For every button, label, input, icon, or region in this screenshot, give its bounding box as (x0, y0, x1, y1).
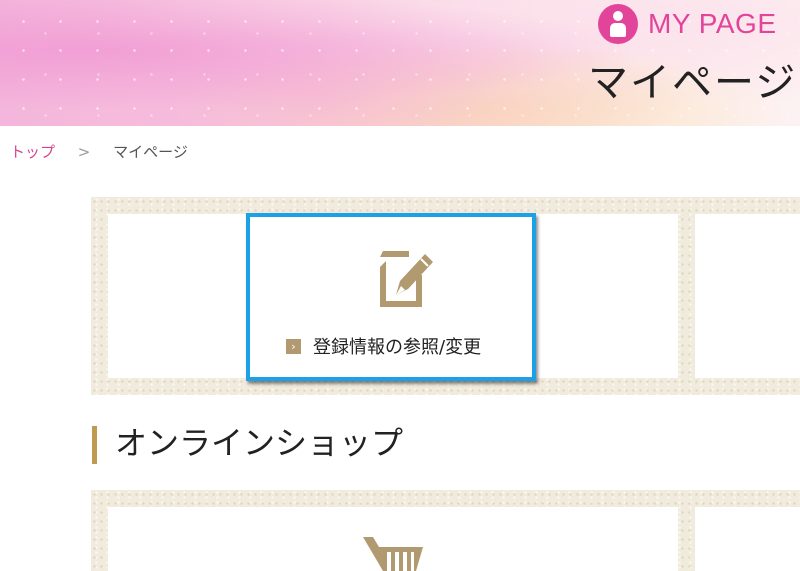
shop-card[interactable] (695, 507, 800, 571)
profile-settings-button[interactable]: › 登録情報の参照/変更 (246, 213, 536, 381)
mypage-title-en: MY PAGE (598, 4, 777, 44)
edit-document-icon (380, 251, 433, 307)
breadcrumb-separator: > (77, 143, 91, 161)
online-shop-panel (91, 490, 800, 571)
user-icon (598, 4, 638, 44)
shopping-cart-icon (363, 537, 423, 571)
breadcrumb-home-link[interactable]: トップ (10, 143, 55, 161)
menu-card[interactable] (695, 214, 800, 378)
breadcrumb: トップ > マイページ (10, 141, 188, 162)
profile-settings-label: 登録情報の参照/変更 (313, 337, 482, 358)
mypage-en-label: MY PAGE (648, 8, 777, 39)
chevron-right-icon: › (286, 338, 301, 354)
online-shop-heading: オンラインショップ (92, 426, 403, 464)
page-title: マイページ (588, 60, 798, 106)
profile-settings-link[interactable]: › 登録情報の参照/変更 (286, 333, 481, 359)
breadcrumb-current: マイページ (113, 143, 188, 161)
